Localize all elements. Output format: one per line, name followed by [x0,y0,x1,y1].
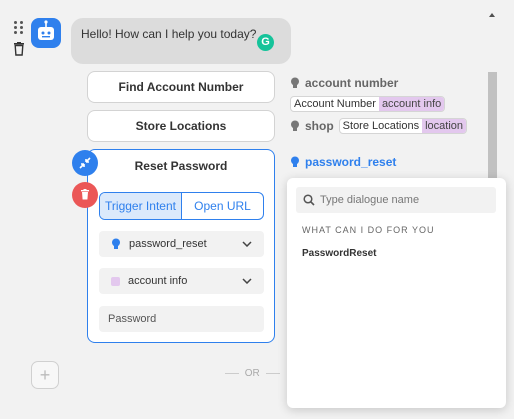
scrollbar-thumb[interactable] [488,72,497,184]
entity-shop[interactable]: shop Store Locations location [290,118,468,134]
entity-select[interactable]: account info [99,268,264,294]
reset-password-card[interactable]: Reset Password Trigger Intent Open URL p… [87,149,275,343]
trash-icon [81,189,89,200]
or-separator-label: OR [244,368,260,379]
intent-select[interactable]: password_reset [99,231,264,257]
lightbulb-icon [291,77,299,88]
entity-password-reset[interactable]: password_reset [290,155,396,169]
tag-entity: account info [378,97,445,111]
entity-name: password_reset [305,155,397,169]
dialogue-search-input[interactable] [320,187,490,213]
dropdown-heading: WHAT CAN I DO FOR YOU [302,225,435,235]
chevron-down-icon [242,278,252,284]
find-account-number-button[interactable]: Find Account Number [87,71,275,103]
collapse-arrows-icon [79,157,91,169]
tag-value: Account Number [294,98,376,110]
delete-card-button[interactable] [72,182,98,208]
tab-trigger-intent[interactable]: Trigger Intent [100,193,182,219]
entity-name: shop [305,119,334,133]
dialogue-search-box[interactable] [296,187,496,213]
tag-entity: location [422,119,467,133]
collapse-button[interactable] [72,150,98,176]
tag-value: Store Locations [342,120,420,132]
intent-select-value: password_reset [129,238,207,250]
entity-tag-account[interactable]: Account Number account info [290,96,446,112]
delete-message-icon[interactable] [13,42,25,56]
or-separator: OR [225,368,280,379]
password-field[interactable]: Password [99,306,264,332]
lightbulb-icon [291,156,299,167]
drag-handle-icon[interactable] [13,20,25,34]
chevron-down-icon [242,241,252,247]
grammarly-icon[interactable]: G [257,34,274,51]
dialogue-option[interactable]: PasswordReset [302,248,376,259]
bot-message-text: Hello! How can I help you today? [81,27,257,41]
add-block-button[interactable]: + [31,361,59,389]
search-icon [303,194,315,206]
action-type-toggle[interactable]: Trigger Intent Open URL [99,192,264,220]
dialogue-dropdown: WHAT CAN I DO FOR YOU PasswordReset [287,178,506,408]
entity-select-value: account info [128,275,188,287]
entity-color-swatch [111,276,120,286]
builder-canvas: Hello! How can I help you today? G Find … [0,0,514,419]
lightbulb-icon [291,120,299,131]
tab-open-url[interactable]: Open URL [182,193,263,219]
entity-name: account number [305,76,399,90]
scroll-up-arrow-icon[interactable] [489,13,495,17]
bot-avatar-icon [31,18,61,48]
reset-password-title: Reset Password [134,159,228,173]
lightbulb-icon [112,238,120,249]
entity-account-number[interactable]: account number [290,76,398,90]
store-locations-button[interactable]: Store Locations [87,110,275,142]
